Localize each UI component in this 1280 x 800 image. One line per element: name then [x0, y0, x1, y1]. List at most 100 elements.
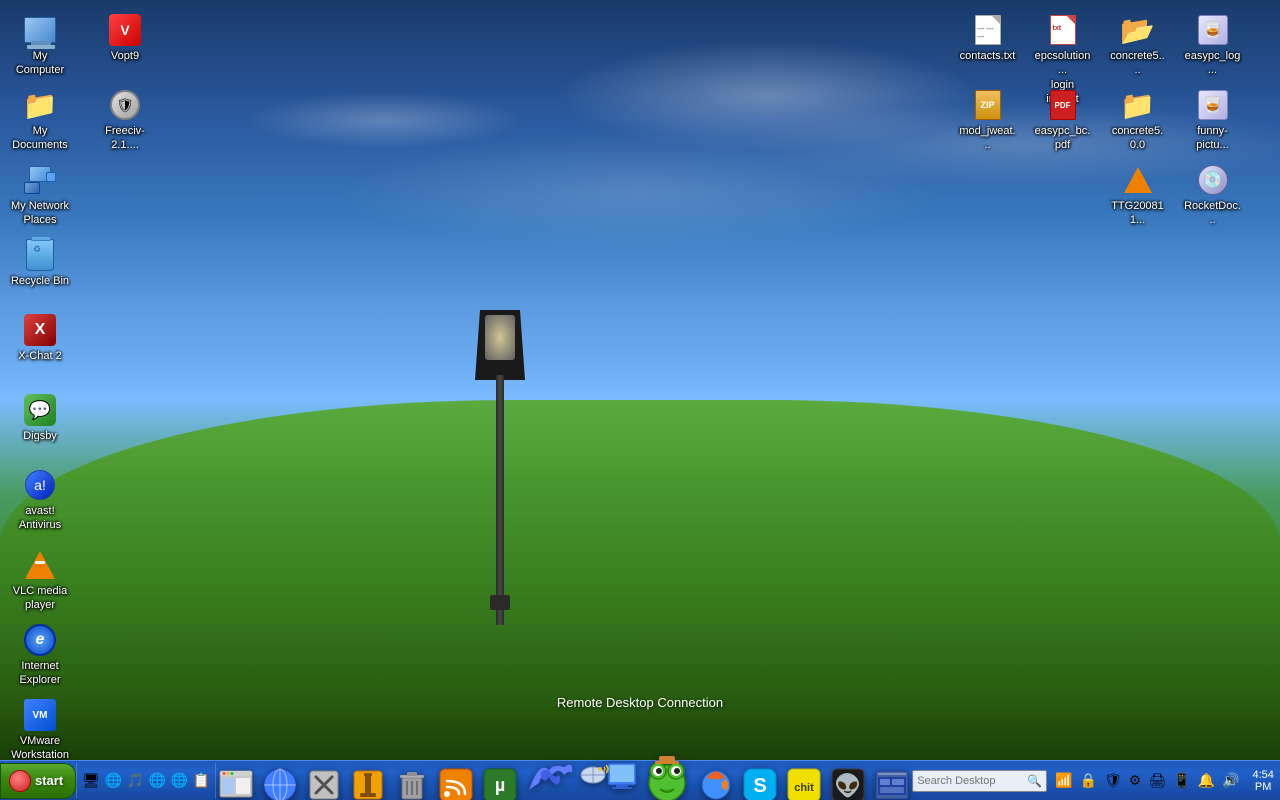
- funny-pict-label: funny-pictu...: [1184, 124, 1241, 153]
- desktop-icon-xchat[interactable]: X X-Chat 2: [5, 310, 75, 367]
- easypc-bc-icon: PDF: [1047, 89, 1079, 121]
- frogger-icon: [642, 755, 692, 800]
- contacts-label: contacts.txt: [960, 49, 1016, 63]
- dock-icon-frogger[interactable]: Frogger: [642, 755, 692, 800]
- vmware-label: VMware Workstation: [9, 734, 71, 763]
- dock-icon-rss[interactable]: RSS Reader: [436, 765, 476, 800]
- desktop-icon-my-network[interactable]: My Network Places: [5, 160, 75, 232]
- lamp-pole: [496, 375, 504, 625]
- vlc-icon: [24, 549, 56, 581]
- my-documents-icon: 📁: [24, 89, 56, 121]
- desktop-icon-vlc[interactable]: VLC media player: [5, 545, 75, 617]
- rocketdoc-icon: 💿: [1197, 164, 1229, 196]
- my-computer-icon: [24, 14, 56, 46]
- avast-icon: a!: [24, 469, 56, 501]
- desktop-icon-contacts[interactable]: --- --- --- contacts.txt: [955, 10, 1020, 67]
- dock-icon-chit[interactable]: chit Chit: [784, 765, 824, 800]
- ql-ie3[interactable]: 🌐: [169, 771, 189, 791]
- windows-icon: [872, 765, 912, 800]
- desktop-icon-my-documents[interactable]: 📁 My Documents: [5, 85, 75, 157]
- desktop-icon-my-computer[interactable]: My Computer: [5, 10, 75, 82]
- grass-layer: [0, 400, 1280, 760]
- mod-jweat-label: mod_jweat...: [959, 124, 1016, 153]
- tray-network-icon[interactable]: 📶: [1053, 770, 1074, 791]
- avast-label: avast! Antivirus: [9, 504, 71, 533]
- dock-icon-skype[interactable]: S Skype: [740, 765, 780, 800]
- tray-shield-icon[interactable]: 🛡: [1102, 770, 1124, 791]
- concrete5-icon: 📂: [1122, 14, 1154, 46]
- desktop-icon-concrete5[interactable]: 📂 concrete5....: [1105, 10, 1170, 82]
- my-documents-label: My Documents: [9, 124, 71, 153]
- desktop-icon-funny-pict[interactable]: 🥃 funny-pictu...: [1180, 85, 1245, 157]
- desktop-icon-vmware[interactable]: VM VMware Workstation: [5, 695, 75, 767]
- dock-icon-alienware[interactable]: 👽 Alienware: [828, 765, 868, 800]
- dock-icon-finder[interactable]: Finder: [216, 765, 256, 800]
- funny-pict-icon: 🥃: [1197, 89, 1229, 121]
- dock-icon-torrent[interactable]: µ µTorrent: [480, 765, 520, 800]
- ql-ie2[interactable]: 🌐: [147, 771, 167, 791]
- desktop-icon-recycle-bin[interactable]: ♻ Recycle Bin: [5, 235, 75, 292]
- dock-icon-remote2[interactable]: Remote Desktop Connection: [578, 755, 638, 800]
- ql-show-desktop[interactable]: 🖥: [81, 771, 101, 791]
- ql-media[interactable]: 🎵: [125, 771, 145, 791]
- desktop-icon-easypc-bc[interactable]: PDF easypc_bc.pdf: [1030, 85, 1095, 157]
- dock-icon-tools[interactable]: Tools: [304, 765, 344, 800]
- build-icon: [348, 765, 388, 800]
- mod-jweat-icon: ZIP: [972, 89, 1004, 121]
- desktop-icon-concrete5-0[interactable]: 📁 concrete5.0.0: [1105, 85, 1170, 157]
- search-input[interactable]: [917, 775, 1027, 787]
- easypc-bc-label: easypc_bc.pdf: [1034, 124, 1091, 153]
- clock[interactable]: 4:54 PM: [1244, 769, 1280, 793]
- freeciv-label: Freeciv-2.1....: [94, 124, 156, 153]
- desktop-icon-vopt9[interactable]: V Vopt9: [90, 10, 160, 67]
- skype-icon: S: [740, 765, 780, 800]
- easypc-log-icon: 🥃: [1197, 14, 1229, 46]
- concrete5-0-icon: 📁: [1122, 89, 1154, 121]
- lamp-base: [490, 595, 510, 610]
- dock-icon-firefox[interactable]: Firefox: [696, 765, 736, 800]
- rss-icon: [436, 765, 476, 800]
- desktop-icon-easypc-log[interactable]: 🥃 easypc_log...: [1180, 10, 1245, 82]
- start-orb: [9, 770, 31, 792]
- desktop-icon-avast[interactable]: a! avast! Antivirus: [5, 465, 75, 537]
- tray-gear-icon[interactable]: ⚙: [1127, 770, 1144, 791]
- vopt9-icon: V: [109, 14, 141, 46]
- finder-icon: [216, 765, 256, 800]
- tools-icon: [304, 765, 344, 800]
- quick-launch-bar: 🖥 🌐 🎵 🌐 🌐 📋: [76, 763, 216, 799]
- search-bar[interactable]: 🔍: [912, 770, 1047, 792]
- taskbar: start 🖥 🌐 🎵 🌐 🌐 📋: [0, 760, 1280, 800]
- desktop-icon-ie[interactable]: e Internet Explorer: [5, 620, 75, 692]
- contacts-icon: --- --- ---: [972, 14, 1004, 46]
- system-tray: 📶 🔒 🛡 ⚙ 🖨 📱 🔔 🔊 4:54 PM: [1047, 763, 1280, 799]
- ttg-icon: [1122, 164, 1154, 196]
- ql-ie[interactable]: 🌐: [103, 771, 123, 791]
- internet-icon: [260, 765, 300, 800]
- dock-icon-build[interactable]: Build: [348, 765, 388, 800]
- rocketdoc-label: RocketDoc...: [1184, 199, 1241, 228]
- start-label: start: [35, 773, 63, 788]
- dock-icon-remote1[interactable]: Remote Desktop: [524, 755, 574, 800]
- desktop-icon-ttg[interactable]: TTG200811...: [1105, 160, 1170, 232]
- tray-notify-icon[interactable]: 🔔: [1196, 770, 1217, 791]
- dock-icon-windows[interactable]: Windows Manager: [872, 765, 912, 800]
- dock-icon-internet[interactable]: Internet: [260, 765, 300, 800]
- my-network-icon: [24, 164, 56, 196]
- desktop-icon-digsby[interactable]: 💬 Digsby: [5, 390, 75, 447]
- tray-phone-icon[interactable]: 📱: [1171, 770, 1192, 791]
- dock-icon-trash[interactable]: Recycle: [392, 765, 432, 800]
- tray-print-icon[interactable]: 🖨: [1146, 770, 1168, 791]
- concrete5-label: concrete5....: [1109, 49, 1166, 78]
- tray-lock-icon[interactable]: 🔒: [1078, 770, 1099, 791]
- desktop-icon-mod-jweat[interactable]: ZIP mod_jweat...: [955, 85, 1020, 157]
- desktop-icon-freeciv[interactable]: 🛡 Freeciv-2.1....: [90, 85, 160, 157]
- desktop-icon-rocketdoc[interactable]: 💿 RocketDoc...: [1180, 160, 1245, 232]
- recycle-bin-icon: ♻: [24, 239, 56, 271]
- lamp-post: [490, 310, 510, 610]
- search-icon[interactable]: 🔍: [1027, 774, 1042, 788]
- ie-icon: e: [24, 624, 56, 656]
- ql-extra[interactable]: 📋: [191, 771, 211, 791]
- tray-speaker-icon[interactable]: 🔊: [1220, 770, 1241, 791]
- start-button[interactable]: start: [0, 763, 76, 799]
- remote2-icon: [578, 755, 638, 800]
